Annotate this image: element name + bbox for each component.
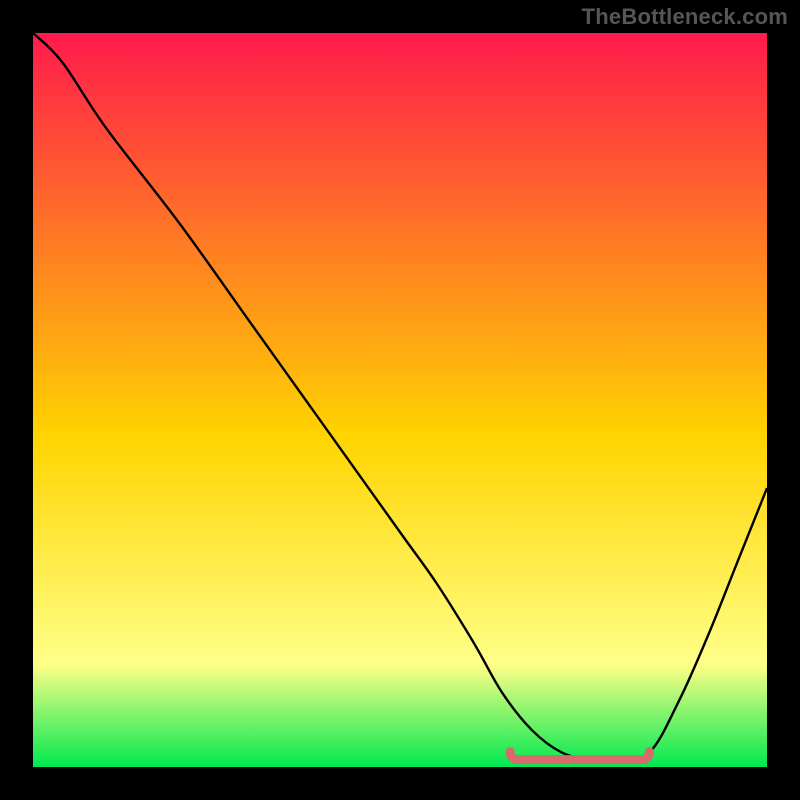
gradient-background [33, 33, 767, 767]
chart-svg [33, 33, 767, 767]
chart-frame: TheBottleneck.com [0, 0, 800, 800]
chart-plot-area [33, 33, 767, 767]
watermark-text: TheBottleneck.com [582, 4, 788, 30]
